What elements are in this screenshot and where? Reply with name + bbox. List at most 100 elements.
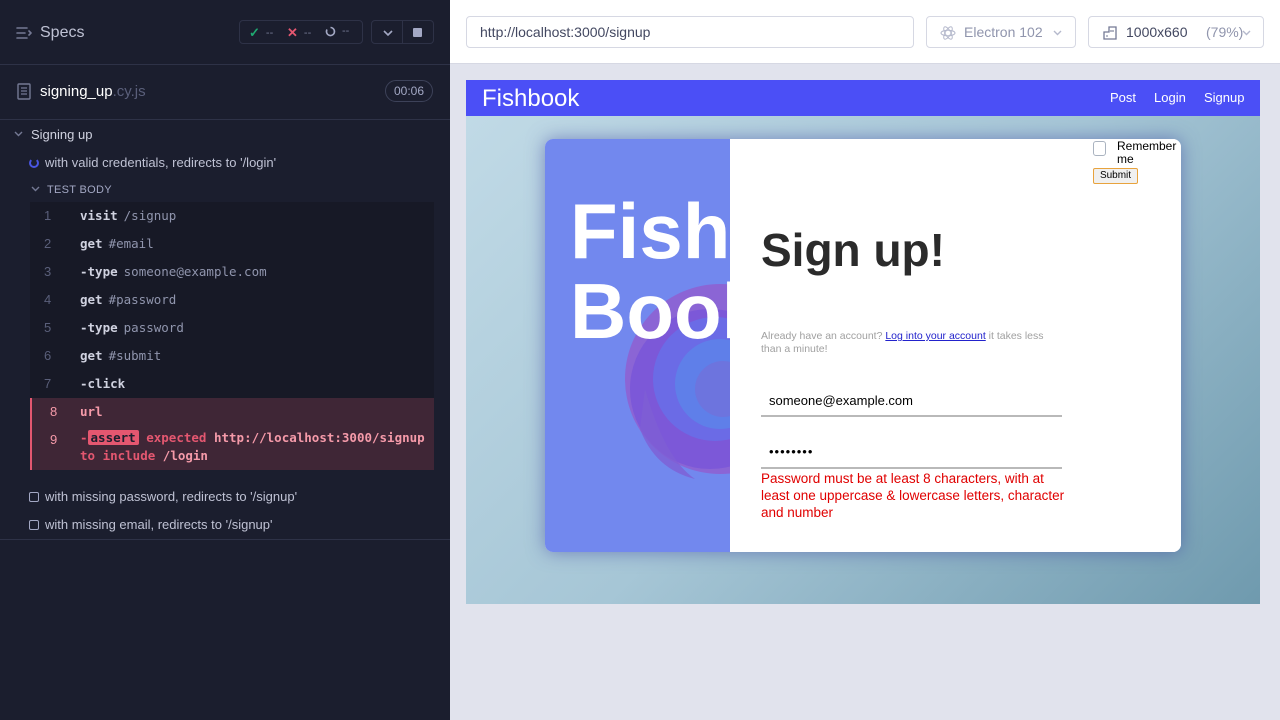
- command-number: 4: [44, 292, 52, 307]
- command-row-failed[interactable]: 8 url: [30, 398, 434, 426]
- email-field[interactable]: someone@example.com: [761, 389, 1062, 417]
- stop-button[interactable]: [403, 20, 434, 44]
- command-name: visit: [80, 208, 118, 223]
- passed-count: ✓ --: [249, 25, 273, 41]
- viewport-selector[interactable]: 1000x660 (79%): [1088, 16, 1264, 48]
- command-name: -type: [80, 320, 118, 335]
- viewport-size: 1000x660: [1126, 24, 1188, 40]
- login-link[interactable]: Log into your account: [885, 330, 985, 342]
- command-name: get: [80, 348, 103, 363]
- expand-collapse-button[interactable]: [371, 20, 403, 44]
- command-name: get: [80, 292, 103, 307]
- chevron-down-icon[interactable]: [14, 131, 23, 137]
- login-hint-text: Already have an account?: [761, 330, 883, 342]
- command-row-assert-failed[interactable]: 9 - assert expected http://localhost:3000…: [30, 426, 434, 470]
- test-title-missing-password[interactable]: with missing password, redirects to '/si…: [45, 489, 297, 504]
- command-number: 9: [50, 432, 58, 447]
- command-number: 8: [50, 404, 58, 419]
- remember-me-label[interactable]: Remember me: [1117, 140, 1181, 166]
- hero-panel: Fish Book: [545, 139, 730, 552]
- password-error: Password must be at least 8 characters, …: [761, 471, 1065, 520]
- command-number: 3: [44, 264, 52, 279]
- specs-label[interactable]: Specs: [40, 24, 84, 42]
- document-icon: [17, 83, 31, 100]
- nav-link-signup[interactable]: Signup: [1204, 90, 1244, 105]
- browser-label: Electron 102: [964, 24, 1043, 40]
- nav-link-post[interactable]: Post: [1110, 90, 1136, 105]
- check-icon: ✓: [249, 25, 260, 40]
- command-number: 7: [44, 376, 52, 391]
- command-message: /signup: [123, 208, 177, 223]
- x-icon: ✕: [287, 25, 298, 40]
- test-body-label[interactable]: TEST BODY: [47, 184, 112, 196]
- command-message: password: [123, 320, 184, 335]
- command-number: 2: [44, 236, 52, 251]
- command-log: 1 visit/signup 2 get #email 3 -type someon…: [30, 202, 434, 470]
- nav-link-login[interactable]: Login: [1154, 90, 1186, 105]
- chevron-down-icon[interactable]: [31, 186, 40, 192]
- pending-count: --: [325, 25, 349, 37]
- submit-button[interactable]: Submit: [1093, 168, 1138, 184]
- app-navbar: Fishbook Post Login Signup: [466, 80, 1260, 116]
- spec-file-ext: .cy.js: [112, 83, 146, 100]
- failed-value: --: [303, 27, 312, 39]
- failed-count: ✕ --: [287, 25, 311, 41]
- hero-title: Fish Book: [570, 191, 730, 351]
- aut-toolbar: http://localhost:3000/signup Electron 10…: [450, 0, 1280, 64]
- command-row[interactable]: 5 -type password: [30, 314, 434, 342]
- chevron-down-icon: [383, 30, 393, 37]
- command-number: 5: [44, 320, 52, 335]
- app-preview: Fishbook Post Login Signup Fish Book Rem…: [466, 80, 1260, 604]
- command-number: 1: [44, 208, 52, 223]
- test-title-valid-credentials[interactable]: with valid credentials, redirects to '/l…: [45, 155, 276, 170]
- hero-line-1: Fish: [570, 187, 730, 275]
- spec-file-basename: signing_up: [40, 83, 113, 100]
- chevron-down-icon: [1242, 30, 1251, 36]
- app-brand[interactable]: Fishbook: [482, 85, 579, 113]
- command-name: -type: [80, 264, 118, 279]
- password-field[interactable]: ••••••••: [761, 439, 1062, 469]
- duration-badge: 00:06: [385, 80, 433, 102]
- spec-file-header: signing_up.cy.js 00:06: [0, 65, 450, 120]
- command-row[interactable]: 6 get #submit: [30, 342, 434, 370]
- signup-form-panel: Remember me Submit Sign up! Already have…: [730, 139, 1181, 552]
- command-name: -click: [80, 376, 126, 391]
- assert-dash: -: [80, 430, 88, 445]
- pending-test-icon: [29, 520, 39, 530]
- url-input[interactable]: http://localhost:3000/signup: [466, 16, 914, 48]
- specs-list-icon[interactable]: [16, 25, 32, 41]
- command-message: #email: [108, 236, 154, 251]
- test-stats: ✓ -- ✕ -- --: [239, 20, 363, 44]
- pending-value: --: [342, 25, 350, 37]
- command-row[interactable]: 4 get #password: [30, 286, 434, 314]
- assert-message-line2: to include /login: [80, 448, 208, 463]
- test-title-missing-email[interactable]: with missing email, redirects to '/signu…: [45, 517, 273, 532]
- viewport-scale: (79%): [1206, 24, 1244, 40]
- spec-file-name[interactable]: signing_up.cy.js: [40, 83, 146, 100]
- remember-me-checkbox[interactable]: [1093, 141, 1106, 156]
- assert-to-include: to include: [80, 448, 156, 463]
- reporter-panel: Specs ✓ -- ✕ -- -- signing_up.cy.js 00:0…: [0, 0, 450, 720]
- assert-badge: assert: [87, 430, 139, 445]
- command-row[interactable]: 1 visit/signup: [30, 202, 434, 230]
- signup-card: Fish Book Remember me Submit Sign up! Al…: [545, 139, 1181, 552]
- hero-line-2: Book: [570, 267, 730, 355]
- browser-selector[interactable]: Electron 102: [926, 16, 1076, 48]
- running-spinner-icon: [29, 158, 39, 168]
- command-name: get: [80, 236, 103, 251]
- pending-circle-icon: [325, 26, 336, 36]
- assert-actual-url: http://localhost:3000/signup: [213, 430, 425, 445]
- assert-expected-value: /login: [162, 448, 208, 463]
- suite-title[interactable]: Signing up: [31, 127, 92, 142]
- assert-message: - assert expected http://localhost:3000/s…: [80, 430, 425, 445]
- command-message: #password: [108, 292, 177, 307]
- reporter-header: Specs ✓ -- ✕ -- --: [0, 0, 450, 65]
- ruler-icon: [1103, 26, 1117, 40]
- command-message: #submit: [108, 348, 162, 363]
- command-name: url: [80, 404, 103, 419]
- chevron-down-icon: [1053, 30, 1062, 36]
- command-row[interactable]: 2 get #email: [30, 230, 434, 258]
- command-number: 6: [44, 348, 52, 363]
- command-row[interactable]: 7 -click: [30, 370, 434, 398]
- command-row[interactable]: 3 -type someone@example.com: [30, 258, 434, 286]
